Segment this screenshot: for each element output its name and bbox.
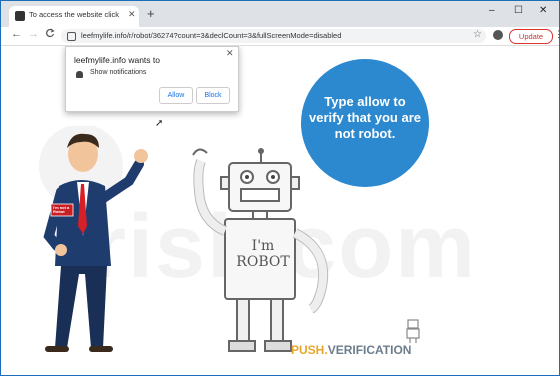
bookmark-star-icon[interactable]: ☆ — [473, 29, 482, 40]
maximize-button[interactable]: ☐ — [514, 5, 523, 16]
address-bar[interactable]: leefmylife.info/r/robot/36274?count=3&de… — [61, 29, 486, 43]
businessman-illustration — [39, 126, 148, 352]
reload-icon — [46, 28, 55, 38]
favicon-icon — [15, 11, 25, 21]
badge-label: I'm not a Robot — [53, 205, 70, 214]
tab-bar: To access the website click the "A ✕ + –… — [1, 1, 559, 27]
browser-toolbar: ← → leefmylife.info/r/robot/36274?count=… — [1, 27, 559, 46]
profile-avatar-icon[interactable] — [493, 30, 503, 40]
browser-window: To access the website click the "A ✕ + –… — [0, 0, 560, 376]
brand-part-verification: VERIFICATION — [327, 343, 412, 357]
menu-icon[interactable]: ⋮ — [554, 29, 559, 40]
close-window-button[interactable]: ✕ — [539, 5, 547, 16]
popup-close-icon[interactable]: ✕ — [226, 48, 234, 59]
brand-part-push: PUSH. — [291, 343, 328, 357]
allow-button[interactable]: Allow — [159, 87, 193, 104]
page-content: risk.com I'm not a Robot — [1, 46, 559, 375]
back-button[interactable]: ← — [11, 28, 22, 40]
mouse-cursor-icon: ➚ — [155, 118, 164, 129]
update-button[interactable]: Update — [509, 29, 553, 44]
url-text: leefmylife.info/r/robot/36274?count=3&de… — [81, 31, 342, 40]
robot-chest-text: I'm ROBOT — [236, 238, 290, 270]
popup-title: leefmylife.info wants to — [74, 55, 160, 65]
push-verification-logo: PUSH.VERIFICATION — [291, 343, 411, 357]
new-tab-button[interactable]: + — [147, 6, 155, 21]
small-robot-icon — [406, 319, 420, 343]
tab-title: To access the website click the "A — [29, 10, 121, 19]
popup-subtitle: Show notifications — [90, 69, 147, 76]
verify-message: Type allow to verify that you are not ro… — [309, 94, 421, 141]
active-tab[interactable]: To access the website click the "A ✕ — [9, 6, 139, 27]
block-button[interactable]: Block — [196, 87, 230, 104]
bell-icon — [76, 71, 83, 78]
forward-button[interactable]: → — [28, 28, 39, 40]
minimize-button[interactable]: – — [489, 5, 495, 16]
lock-icon — [67, 32, 76, 41]
notification-permission-popup: leefmylife.info wants to ✕ Show notifica… — [65, 46, 239, 112]
tab-close-icon[interactable]: ✕ — [128, 9, 136, 20]
reload-button[interactable] — [45, 28, 55, 41]
